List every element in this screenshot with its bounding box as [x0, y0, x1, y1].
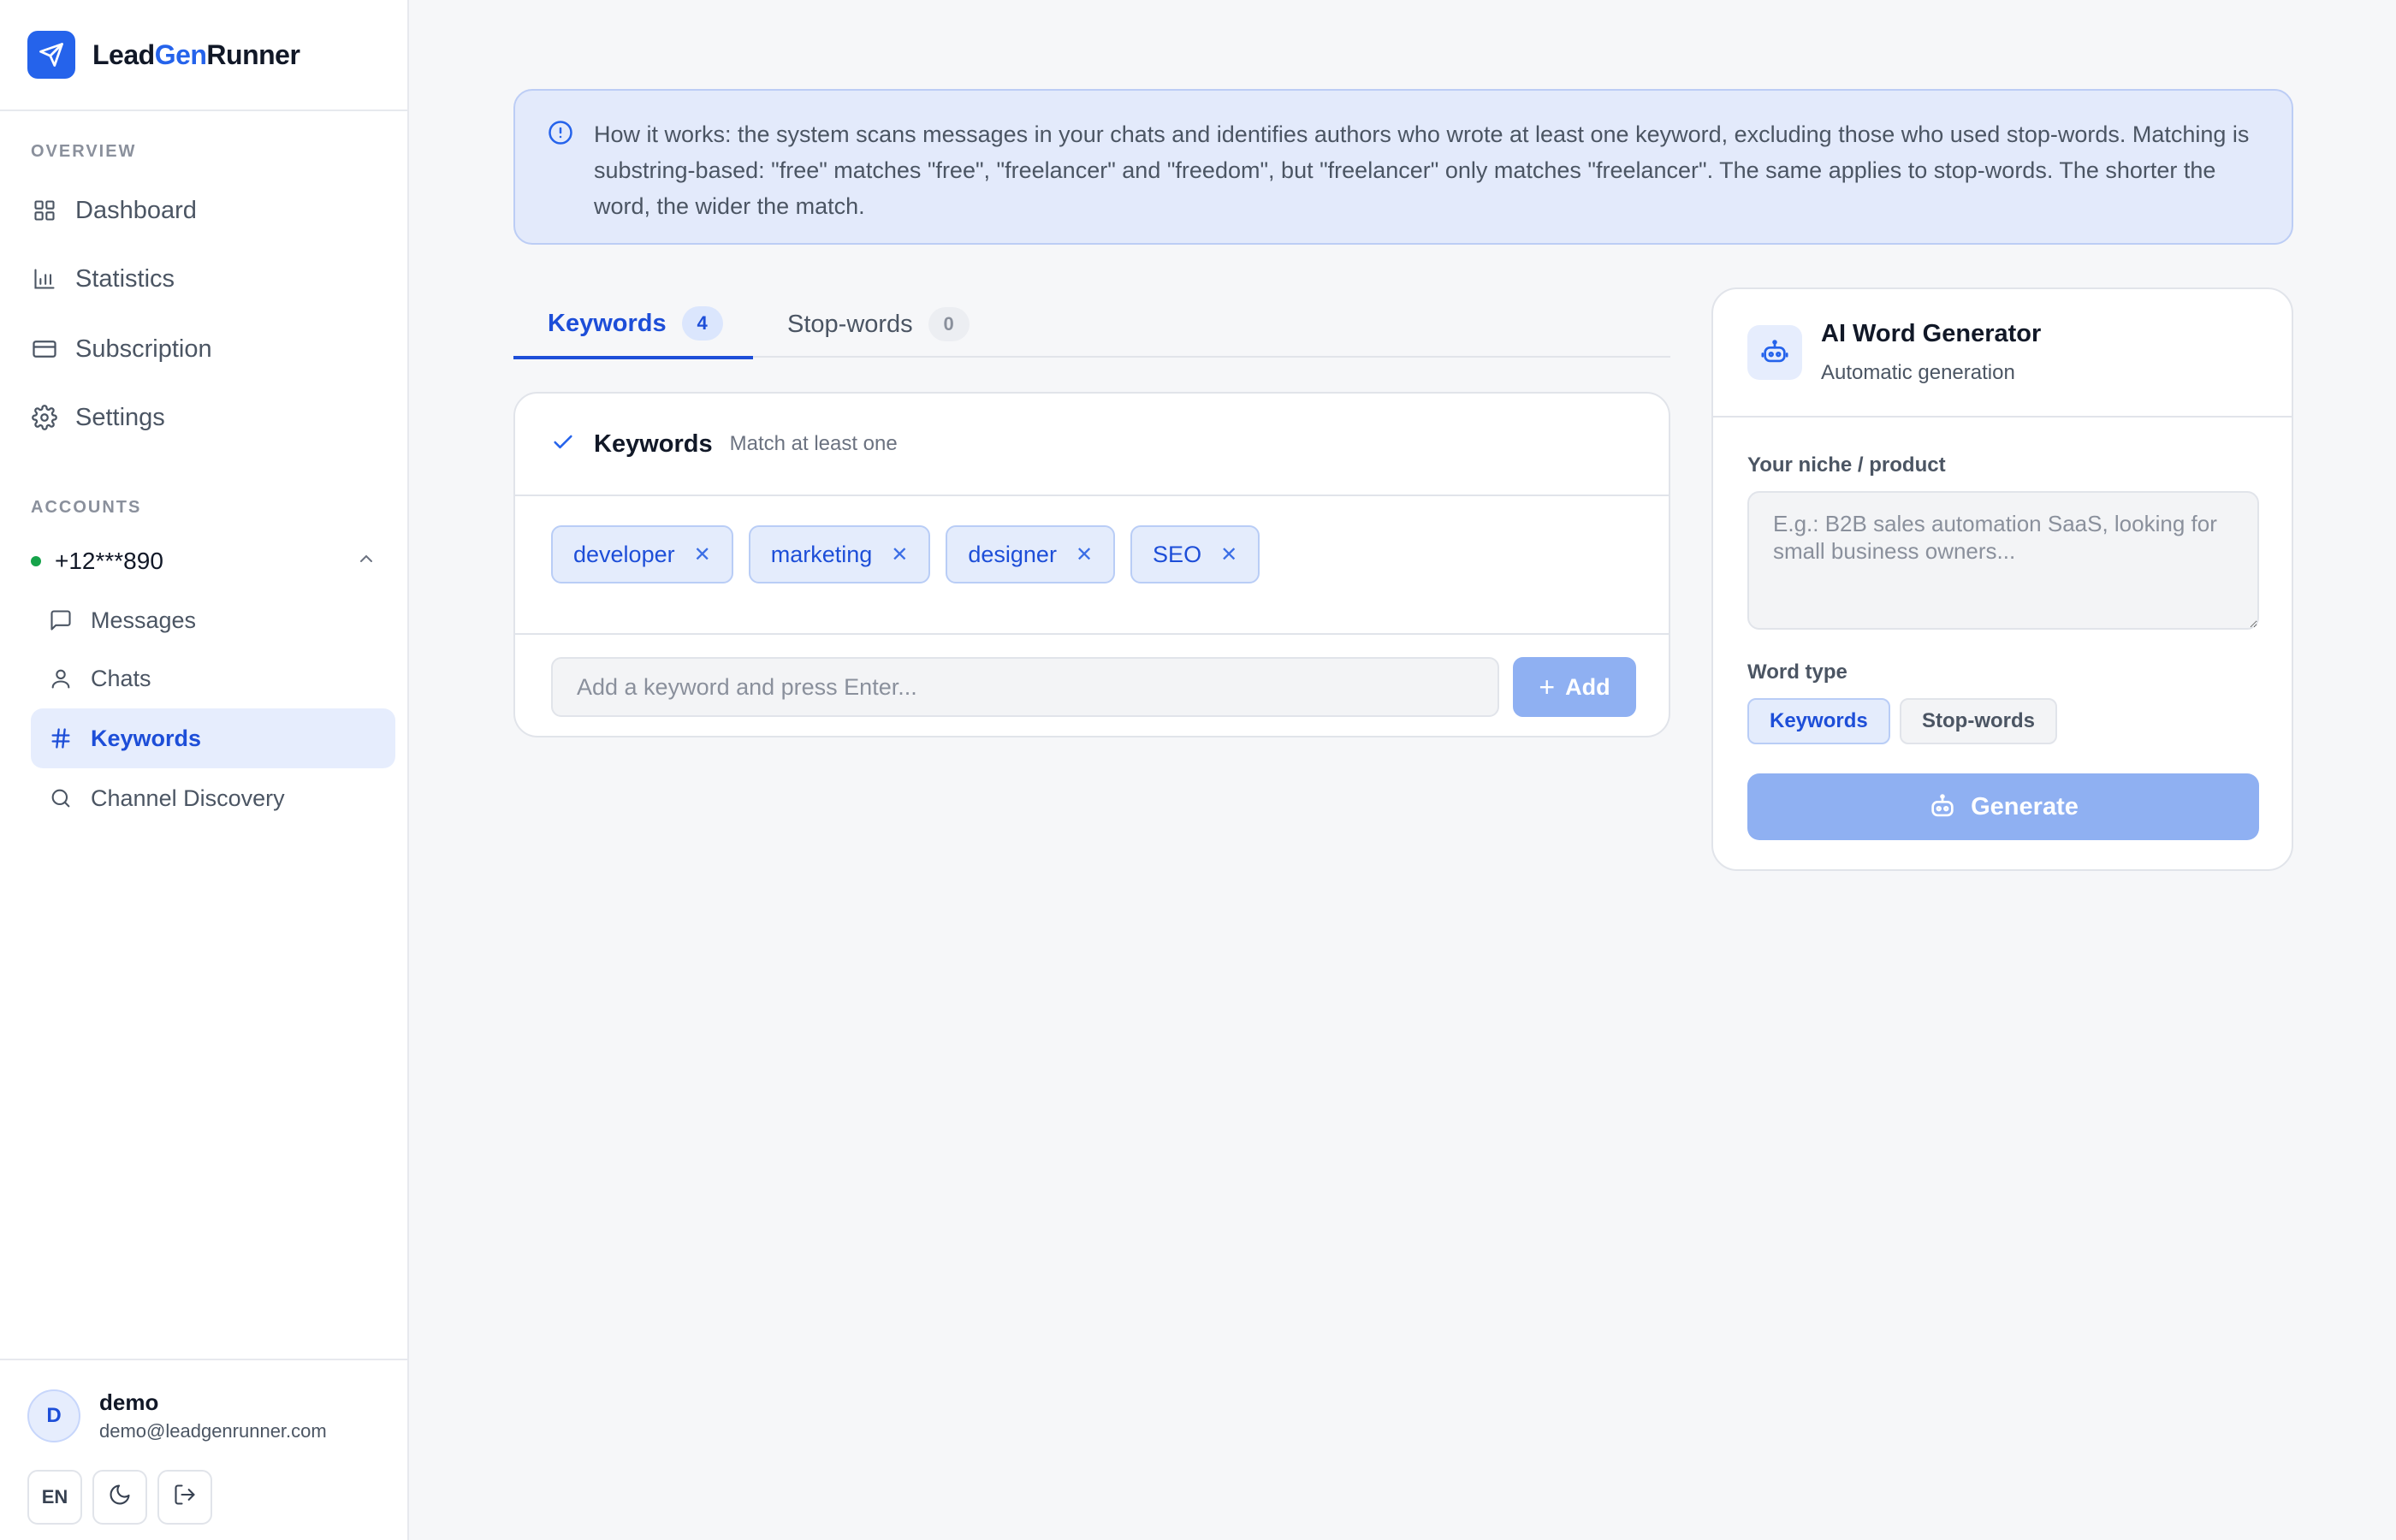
- sidebar-item-chats[interactable]: Chats: [31, 649, 395, 708]
- message-icon: [48, 607, 74, 633]
- check-icon: [551, 430, 575, 459]
- hash-icon: [48, 726, 74, 751]
- paper-plane-icon: [27, 31, 75, 79]
- keywords-card-title: Keywords: [594, 429, 713, 458]
- sidebar: LeadGenRunner OVERVIEW Dashboard Statist…: [0, 0, 409, 1540]
- info-banner: How it works: the system scans messages …: [513, 89, 2293, 245]
- account-toggle[interactable]: +12***890: [31, 542, 382, 580]
- online-status-dot: [31, 556, 41, 566]
- keywords-card-header: Keywords Match at least one: [515, 394, 1669, 496]
- word-type-label: Word type: [1747, 660, 1847, 684]
- plus-icon: +: [1539, 671, 1556, 702]
- sidebar-item-label: Settings: [75, 403, 165, 431]
- grid-icon: [31, 197, 58, 224]
- brand-name-part3: Runner: [206, 38, 300, 70]
- sidebar-item-settings[interactable]: Settings: [31, 397, 165, 438]
- sidebar-item-label: Subscription: [75, 335, 212, 363]
- keyword-chip: marketing ✕: [748, 525, 931, 583]
- sidebar-item-label: Dashboard: [75, 196, 197, 224]
- sidebar-item-channel-discovery[interactable]: Channel Discovery: [31, 768, 395, 828]
- add-keyword-button[interactable]: + Add: [1513, 657, 1636, 717]
- gear-icon: [31, 404, 58, 431]
- robot-icon: [1747, 325, 1802, 380]
- tab-label: Stop-words: [787, 310, 913, 338]
- word-type-keywords-button[interactable]: Keywords: [1747, 698, 1890, 744]
- keywords-card: Keywords Match at least one developer ✕ …: [513, 392, 1670, 737]
- keyword-chip-label: SEO: [1153, 541, 1202, 567]
- sidebar-item-label: Keywords: [91, 725, 202, 751]
- count-badge: 0: [928, 307, 970, 341]
- generate-button[interactable]: Generate: [1747, 773, 2259, 840]
- ai-generator-card: AI Word Generator Automatic generation Y…: [1711, 287, 2293, 871]
- generate-button-label: Generate: [1971, 792, 2079, 820]
- accounts-label: ACCOUNTS: [31, 498, 142, 517]
- user-block: D demo demo@leadgenrunner.com EN: [0, 1359, 409, 1540]
- info-text: How it works: the system scans messages …: [594, 121, 2250, 219]
- close-icon[interactable]: ✕: [1076, 542, 1093, 567]
- sidebar-item-label: Channel Discovery: [91, 785, 285, 811]
- overview-label: OVERVIEW: [31, 142, 137, 161]
- keyword-chip-label: developer: [573, 541, 675, 567]
- account-phone: +12***890: [55, 548, 163, 574]
- language-button[interactable]: EN: [27, 1470, 82, 1525]
- avatar[interactable]: D: [27, 1389, 80, 1442]
- close-icon[interactable]: ✕: [1220, 542, 1237, 567]
- sidebar-item-label: Statistics: [75, 264, 175, 293]
- sidebar-item-messages[interactable]: Messages: [31, 590, 395, 650]
- keyword-chip: developer ✕: [551, 525, 733, 583]
- ai-card-subtitle: Automatic generation: [1821, 361, 2015, 384]
- brand-name-part1: Lead: [92, 38, 155, 70]
- sidebar-item-keywords[interactable]: Keywords: [31, 708, 395, 768]
- credit-card-icon: [31, 335, 58, 363]
- keyword-add-row: + Add: [515, 633, 1669, 737]
- tab-keywords[interactable]: Keywords 4: [513, 291, 753, 359]
- keyword-chip-label: designer: [968, 541, 1057, 567]
- sidebar-item-subscription[interactable]: Subscription: [31, 329, 212, 370]
- close-icon[interactable]: ✕: [891, 542, 908, 567]
- user-icon: [48, 666, 74, 691]
- user-name: demo: [99, 1389, 159, 1415]
- robot-icon: [1931, 794, 1954, 817]
- close-icon[interactable]: ✕: [694, 542, 711, 567]
- chevron-up-icon: [356, 548, 377, 575]
- user-email: demo@leadgenrunner.com: [99, 1420, 327, 1442]
- logout-icon: [173, 1483, 197, 1512]
- tab-stop-words[interactable]: Stop-words 0: [787, 291, 970, 358]
- sidebar-item-label: Messages: [91, 607, 197, 633]
- theme-toggle-button[interactable]: [92, 1470, 147, 1525]
- brand-name-part2: Gen: [154, 38, 207, 70]
- keyword-chip: SEO ✕: [1130, 525, 1260, 583]
- search-icon: [48, 785, 74, 811]
- add-button-label: Add: [1565, 673, 1610, 700]
- brand[interactable]: LeadGenRunner: [0, 0, 407, 111]
- word-type-stop-words-button[interactable]: Stop-words: [1900, 698, 2057, 744]
- count-badge: 4: [681, 306, 723, 341]
- bar-chart-icon: [31, 265, 58, 293]
- keyword-chips: developer ✕ marketing ✕ designer ✕ SEO ✕: [551, 525, 1275, 583]
- keyword-chip: designer ✕: [946, 525, 1116, 583]
- sidebar-item-statistics[interactable]: Statistics: [31, 258, 175, 299]
- tab-label: Keywords: [548, 309, 667, 337]
- info-icon: [548, 120, 573, 150]
- ai-card-header: AI Word Generator Automatic generation: [1713, 289, 2292, 418]
- sidebar-item-label: Chats: [91, 665, 151, 691]
- sidebar-item-dashboard[interactable]: Dashboard: [31, 190, 197, 231]
- keyword-chip-label: marketing: [770, 541, 873, 567]
- ai-card-title: AI Word Generator: [1821, 320, 2042, 347]
- moon-icon: [108, 1483, 132, 1512]
- brand-name: LeadGenRunner: [92, 39, 300, 71]
- logout-button[interactable]: [157, 1470, 212, 1525]
- niche-textarea[interactable]: [1747, 491, 2259, 630]
- niche-label: Your niche / product: [1747, 453, 1946, 477]
- keyword-input[interactable]: [551, 657, 1499, 717]
- keywords-card-subtitle: Match at least one: [729, 432, 898, 455]
- word-tabs: Keywords 4 Stop-words 0: [513, 291, 1670, 359]
